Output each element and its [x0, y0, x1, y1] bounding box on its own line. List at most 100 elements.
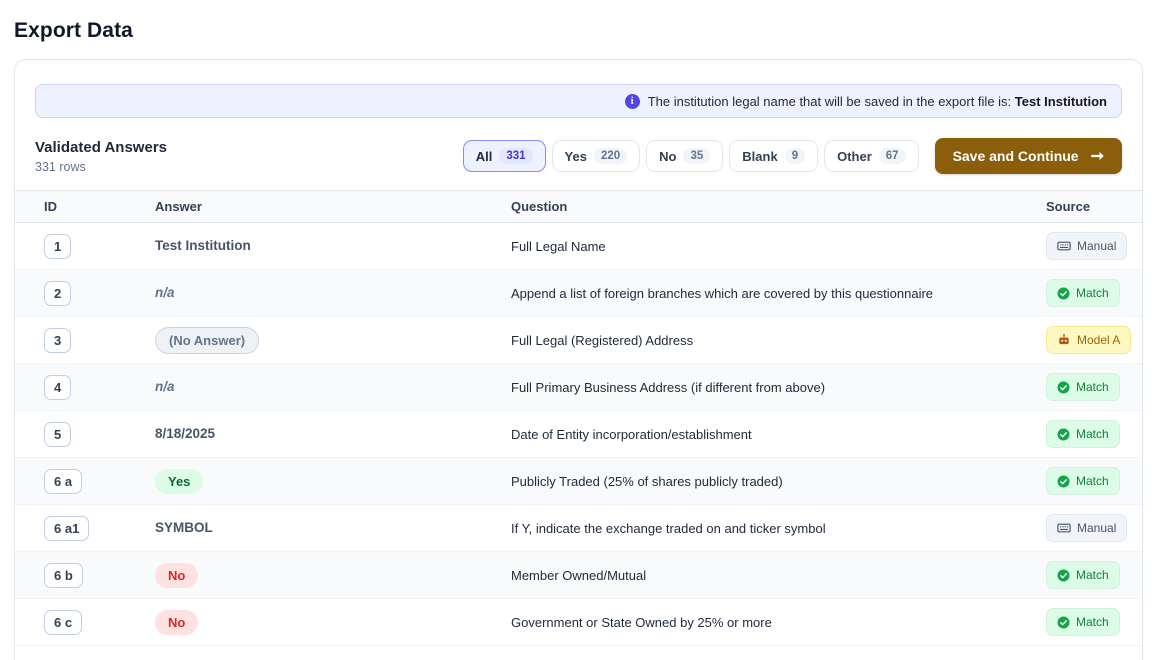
source-label: Match	[1076, 286, 1109, 300]
filter-all[interactable]: All 331	[463, 140, 546, 172]
row-id-badge: 3	[44, 328, 71, 353]
source-badge-match: Match	[1046, 279, 1120, 307]
cell-id: 6 b	[35, 563, 155, 588]
banner-highlight: Test Institution	[1015, 94, 1107, 109]
table-row[interactable]: 6 a YesPublicly Traded (25% of shares pub…	[15, 458, 1142, 505]
filter-other[interactable]: Other 67	[824, 140, 918, 172]
source-label: Match	[1076, 474, 1109, 488]
column-header-source: Source	[1030, 199, 1122, 214]
source-label: Match	[1076, 615, 1109, 629]
filter-blank[interactable]: Blank 9	[729, 140, 818, 172]
row-question: Full Legal Name	[511, 239, 1030, 254]
filter-count-badge: 9	[785, 148, 805, 164]
row-id-badge: 4	[44, 375, 71, 400]
row-id-badge: 6 a	[44, 469, 82, 494]
cell-id: 6 a	[35, 469, 155, 494]
filter-label: All	[476, 149, 493, 164]
table-row[interactable]: 4 n/a Full Primary Business Address (if di…	[15, 364, 1142, 411]
check-circle-icon	[1057, 569, 1070, 582]
cell-answer: Test Institution	[155, 237, 511, 255]
cell-id: 6 a1	[35, 516, 155, 541]
table-row[interactable]: 6 cNoGovernment or State Owned by 25% or…	[15, 599, 1142, 646]
check-circle-icon	[1057, 616, 1070, 629]
filter-no[interactable]: No35	[646, 140, 723, 172]
export-card: i The institution legal name that will b…	[14, 59, 1143, 660]
cell-answer: No	[155, 563, 511, 588]
cell-id: 1	[35, 234, 155, 259]
cell-id: 3	[35, 328, 155, 353]
row-question: Member Owned/Mutual	[511, 568, 1030, 583]
save-and-continue-button[interactable]: Save and Continue ➞	[935, 138, 1122, 174]
source-label: Manual	[1077, 521, 1116, 535]
cell-id: 2	[35, 281, 155, 306]
table-row[interactable]: 6 b NoMember Owned/Mutual Match	[15, 552, 1142, 599]
filter-count-badge: 331	[499, 148, 532, 164]
table-row[interactable]: 2n/aAppend a list of foreign branches wh…	[15, 270, 1142, 317]
cell-id: 5	[35, 422, 155, 447]
cell-answer: (No Answer)	[155, 327, 511, 354]
row-answer: n/a	[155, 379, 175, 394]
column-header-id: ID	[35, 199, 155, 214]
table-row[interactable]: 1 Test Institution Full Legal Name Manual	[15, 223, 1142, 270]
cell-answer: n/a	[155, 378, 511, 396]
section-title: Validated Answers	[35, 139, 167, 156]
save-button-label: Save and Continue	[953, 148, 1079, 164]
source-label: Manual	[1077, 239, 1116, 253]
check-circle-icon	[1057, 381, 1070, 394]
row-id-badge: 5	[44, 422, 71, 447]
row-id-badge: 6 b	[44, 563, 83, 588]
cell-answer: SYMBOL	[155, 519, 511, 537]
arrow-right-icon: ➞	[1091, 146, 1104, 166]
source-badge-match: Match	[1046, 608, 1120, 636]
section-title-block: Validated Answers 331 rows	[35, 139, 167, 174]
banner-text: The institution legal name that will be …	[648, 94, 1107, 109]
row-answer: No	[155, 610, 198, 635]
source-badge-manual: Manual	[1046, 514, 1127, 542]
cell-source: Manual	[1030, 514, 1122, 542]
cell-answer: 8/18/2025	[155, 425, 511, 443]
cell-source: Match	[1030, 467, 1122, 495]
filter-group: All 331 Yes220No35 Blank 9 Other 67	[463, 140, 919, 172]
filter-count-badge: 220	[594, 148, 627, 164]
filter-count-badge: 67	[879, 148, 906, 164]
info-banner: i The institution legal name that will b…	[35, 84, 1122, 118]
filter-count-badge: 35	[683, 148, 710, 164]
cell-id: 6 c	[35, 610, 155, 635]
source-label: Model A	[1077, 333, 1120, 347]
info-icon: i	[625, 94, 640, 109]
cell-source: Match	[1030, 373, 1122, 401]
row-answer: (No Answer)	[155, 327, 259, 354]
table-row[interactable]: 6 a1SYMBOLIf Y, indicate the exchange tr…	[15, 505, 1142, 552]
column-header-answer: Answer	[155, 199, 511, 214]
table-row[interactable]: 58/18/2025Date of Entity incorporation/e…	[15, 411, 1142, 458]
filter-yes[interactable]: Yes220	[552, 140, 641, 172]
robot-icon	[1057, 333, 1071, 347]
source-label: Match	[1076, 380, 1109, 394]
row-question: Publicly Traded (25% of shares publicly …	[511, 474, 1030, 489]
cell-answer: Yes	[155, 469, 511, 494]
cell-source: Match	[1030, 420, 1122, 448]
cell-source: Model A	[1030, 326, 1122, 354]
table-toolbar: Validated Answers 331 rows All 331 Yes220N…	[15, 118, 1142, 190]
table-body: 1Test InstitutionFull Legal NameManual2n…	[15, 223, 1142, 646]
row-answer: Test Institution	[155, 238, 251, 253]
row-question: Full Primary Business Address (if differ…	[511, 380, 1030, 395]
column-header-question: Question	[511, 199, 1030, 214]
row-id-badge: 1	[44, 234, 71, 259]
row-question: If Y, indicate the exchange traded on an…	[511, 521, 1030, 536]
check-circle-icon	[1057, 428, 1070, 441]
table-row[interactable]: 3 (No Answer) Full Legal (Registered) Addr…	[15, 317, 1142, 364]
source-badge-model: Model A	[1046, 326, 1131, 354]
cell-source: Match	[1030, 608, 1122, 636]
cell-answer: n/a	[155, 284, 511, 302]
source-badge-match: Match	[1046, 420, 1120, 448]
cell-source: Manual	[1030, 232, 1122, 260]
banner-message: The institution legal name that will be …	[648, 94, 1011, 109]
row-question: Full Legal (Registered) Address	[511, 333, 1030, 348]
source-badge-match: Match	[1046, 561, 1120, 589]
row-answer: n/a	[155, 285, 175, 300]
source-badge-match: Match	[1046, 467, 1120, 495]
keyboard-icon	[1057, 521, 1071, 535]
filter-label: Other	[837, 149, 872, 164]
filter-label: Blank	[742, 149, 777, 164]
